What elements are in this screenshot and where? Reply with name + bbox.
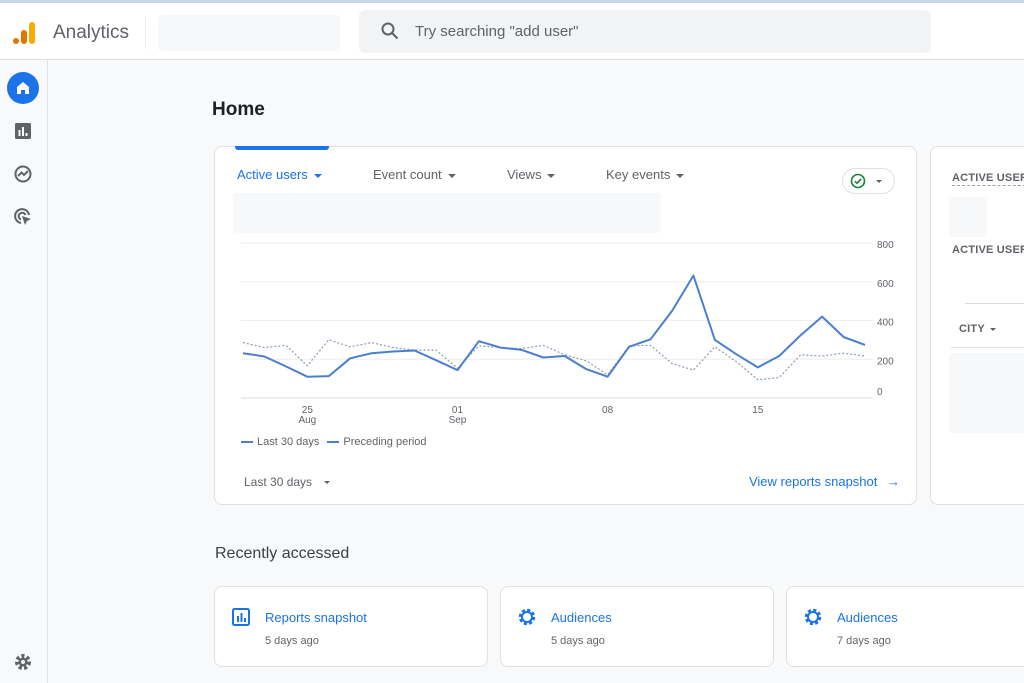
gear-icon [15,654,31,670]
y-tick-label: 600 [877,279,894,290]
app-title: Analytics [53,22,130,43]
legend-item-last-30-days[interactable]: Last 30 days [241,436,319,448]
y-tick-label: 400 [877,318,894,329]
date-range-label: Last 30 days [244,475,313,489]
page-title: Home [212,99,265,120]
recent-item-reports-snapshot[interactable]: Reports snapshot 5 days ago [214,586,488,667]
value-placeholder [949,197,987,237]
recent-item-audiences-2[interactable]: Audiences 7 days ago [786,586,1024,667]
sidebar-item-home[interactable] [7,72,39,104]
recent-item-title: Audiences [837,610,898,625]
recent-item-time: 5 days ago [265,635,319,647]
dashed-line-swatch [327,441,340,444]
active-users-label[interactable]: ACTIVE USERS [952,172,1024,186]
recently-accessed-title: Recently accessed [215,545,350,562]
overview-card: Active users Event count Views Key event… [214,146,917,505]
line-chart: 800600400200025Aug01Sep08 15 [241,240,894,426]
caret-down-icon [989,327,996,331]
y-tick-label: 0 [877,387,883,398]
city-column-header[interactable]: CITY [959,323,996,335]
explore-icon [14,165,32,183]
x-tick-sublabel: Aug [298,415,316,426]
legend-item-preceding-period[interactable]: Preceding period [327,436,427,448]
sidebar-item-advertising[interactable] [7,201,39,233]
analytics-logo-icon[interactable] [12,20,38,46]
realtime-card: ACTIVE USERS ACTIVE USERS CITY [930,146,1024,505]
top-bar: Analytics [0,3,1024,60]
date-range-selector[interactable]: Last 30 days [244,475,331,489]
caret-down-icon [324,481,331,485]
y-tick-label: 200 [877,356,894,367]
account-selector[interactable] [158,15,340,51]
advertising-icon [14,208,31,225]
divider [965,303,1024,304]
sidebar-item-reports[interactable] [7,115,39,147]
series-line-last-30-days [242,274,866,378]
solid-line-swatch [241,441,253,444]
search-icon [381,22,399,40]
recent-item-title: Audiences [551,610,612,625]
x-tick-label: 15 [752,405,764,416]
reports-icon [15,123,31,139]
gear-icon [804,608,822,626]
table-placeholder [949,353,1024,433]
home-icon [17,82,29,94]
arrow-right-icon: → [887,474,900,489]
x-tick-label: 08 [602,405,614,416]
link-label: View reports snapshot [748,474,878,489]
search-bar[interactable] [359,10,931,53]
recent-item-audiences[interactable]: Audiences 5 days ago [500,586,774,667]
active-users-per-minute-label: ACTIVE USERS [952,244,1024,256]
sidebar [0,60,48,683]
chart-legend: Last 30 days Preceding period [241,436,427,448]
settings-button[interactable] [7,646,39,678]
view-reports-snapshot-link[interactable]: View reports snapshot → [749,474,900,489]
legend-label: Preceding period [343,436,427,448]
reports-icon [232,608,250,626]
column-label: CITY [959,323,985,335]
recent-item-title: Reports snapshot [265,610,367,625]
x-tick-sublabel: Sep [449,415,467,426]
recent-item-time: 7 days ago [837,635,891,647]
recent-item-time: 5 days ago [551,635,605,647]
divider [145,17,146,49]
divider [951,347,1024,348]
search-input[interactable] [415,10,895,53]
gear-icon [518,608,536,626]
sidebar-item-explore[interactable] [7,158,39,190]
legend-label: Last 30 days [257,436,320,448]
y-tick-label: 800 [877,240,894,251]
